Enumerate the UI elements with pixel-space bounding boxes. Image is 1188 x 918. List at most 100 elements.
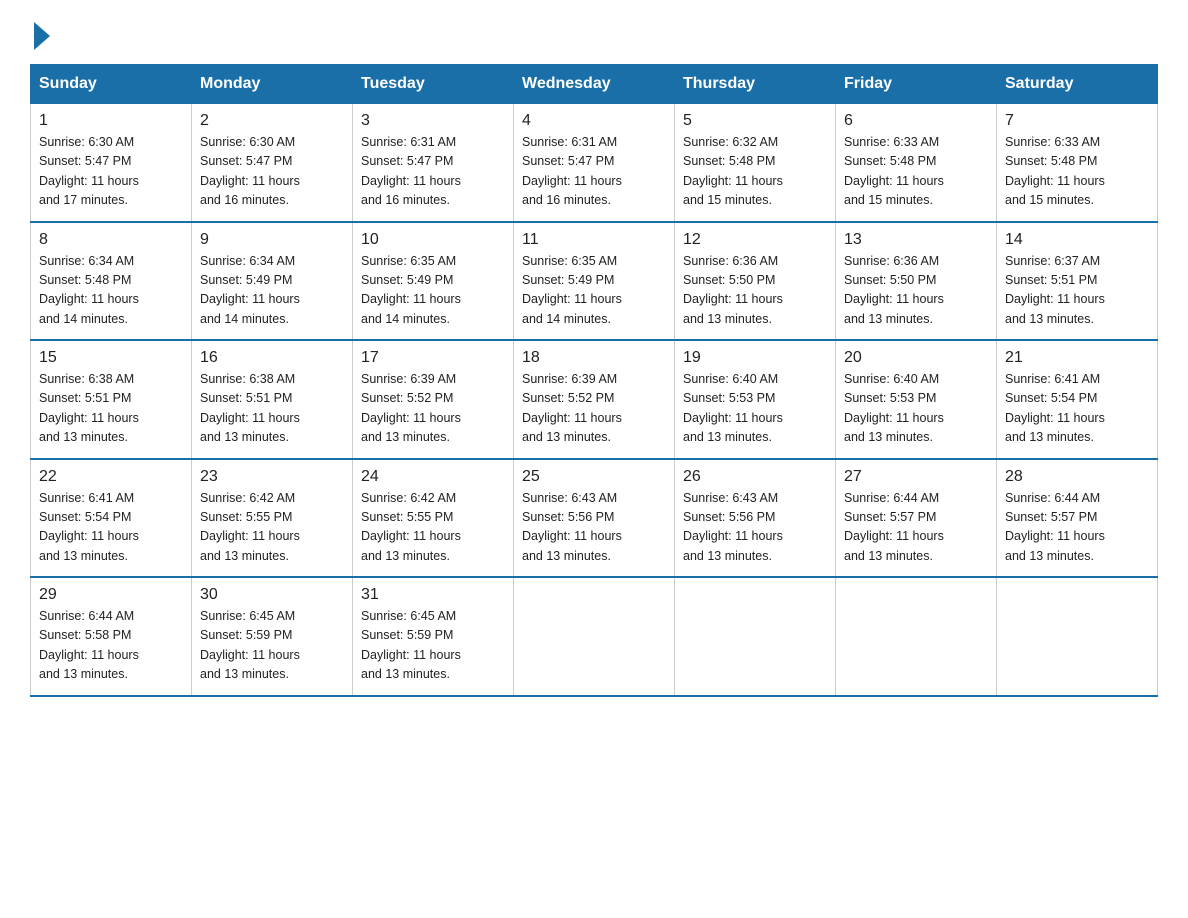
day-info: Sunrise: 6:35 AMSunset: 5:49 PMDaylight:… (522, 252, 666, 330)
calendar-week-row: 29 Sunrise: 6:44 AMSunset: 5:58 PMDaylig… (31, 577, 1158, 696)
calendar-cell: 31 Sunrise: 6:45 AMSunset: 5:59 PMDaylig… (353, 577, 514, 696)
day-info: Sunrise: 6:35 AMSunset: 5:49 PMDaylight:… (361, 252, 505, 330)
day-info: Sunrise: 6:31 AMSunset: 5:47 PMDaylight:… (361, 133, 505, 211)
day-info: Sunrise: 6:39 AMSunset: 5:52 PMDaylight:… (522, 370, 666, 448)
day-info: Sunrise: 6:44 AMSunset: 5:58 PMDaylight:… (39, 607, 183, 685)
day-number: 1 (39, 112, 183, 130)
day-number: 29 (39, 586, 183, 604)
calendar-cell: 13 Sunrise: 6:36 AMSunset: 5:50 PMDaylig… (836, 222, 997, 341)
day-info: Sunrise: 6:36 AMSunset: 5:50 PMDaylight:… (683, 252, 827, 330)
calendar-table: SundayMondayTuesdayWednesdayThursdayFrid… (30, 64, 1158, 697)
calendar-cell: 1 Sunrise: 6:30 AMSunset: 5:47 PMDayligh… (31, 104, 192, 222)
calendar-cell: 4 Sunrise: 6:31 AMSunset: 5:47 PMDayligh… (514, 104, 675, 222)
weekday-header-friday: Friday (836, 65, 997, 104)
day-info: Sunrise: 6:34 AMSunset: 5:49 PMDaylight:… (200, 252, 344, 330)
day-number: 7 (1005, 112, 1149, 130)
calendar-cell: 18 Sunrise: 6:39 AMSunset: 5:52 PMDaylig… (514, 340, 675, 459)
day-number: 23 (200, 468, 344, 486)
day-number: 9 (200, 231, 344, 249)
day-number: 15 (39, 349, 183, 367)
day-number: 8 (39, 231, 183, 249)
weekday-header-wednesday: Wednesday (514, 65, 675, 104)
calendar-cell: 16 Sunrise: 6:38 AMSunset: 5:51 PMDaylig… (192, 340, 353, 459)
day-info: Sunrise: 6:39 AMSunset: 5:52 PMDaylight:… (361, 370, 505, 448)
day-info: Sunrise: 6:45 AMSunset: 5:59 PMDaylight:… (200, 607, 344, 685)
day-info: Sunrise: 6:44 AMSunset: 5:57 PMDaylight:… (844, 489, 988, 567)
calendar-cell: 22 Sunrise: 6:41 AMSunset: 5:54 PMDaylig… (31, 459, 192, 578)
day-number: 22 (39, 468, 183, 486)
calendar-body: 1 Sunrise: 6:30 AMSunset: 5:47 PMDayligh… (31, 104, 1158, 696)
day-number: 26 (683, 468, 827, 486)
calendar-cell: 20 Sunrise: 6:40 AMSunset: 5:53 PMDaylig… (836, 340, 997, 459)
calendar-week-row: 22 Sunrise: 6:41 AMSunset: 5:54 PMDaylig… (31, 459, 1158, 578)
day-number: 19 (683, 349, 827, 367)
day-info: Sunrise: 6:40 AMSunset: 5:53 PMDaylight:… (683, 370, 827, 448)
day-number: 17 (361, 349, 505, 367)
day-number: 4 (522, 112, 666, 130)
calendar-cell: 8 Sunrise: 6:34 AMSunset: 5:48 PMDayligh… (31, 222, 192, 341)
day-info: Sunrise: 6:43 AMSunset: 5:56 PMDaylight:… (522, 489, 666, 567)
calendar-cell: 28 Sunrise: 6:44 AMSunset: 5:57 PMDaylig… (997, 459, 1158, 578)
calendar-cell (836, 577, 997, 696)
day-info: Sunrise: 6:41 AMSunset: 5:54 PMDaylight:… (39, 489, 183, 567)
calendar-cell: 27 Sunrise: 6:44 AMSunset: 5:57 PMDaylig… (836, 459, 997, 578)
calendar-cell: 11 Sunrise: 6:35 AMSunset: 5:49 PMDaylig… (514, 222, 675, 341)
day-number: 21 (1005, 349, 1149, 367)
day-number: 28 (1005, 468, 1149, 486)
calendar-cell (997, 577, 1158, 696)
day-number: 14 (1005, 231, 1149, 249)
day-number: 2 (200, 112, 344, 130)
calendar-week-row: 1 Sunrise: 6:30 AMSunset: 5:47 PMDayligh… (31, 104, 1158, 222)
day-number: 10 (361, 231, 505, 249)
calendar-cell: 25 Sunrise: 6:43 AMSunset: 5:56 PMDaylig… (514, 459, 675, 578)
weekday-header-monday: Monday (192, 65, 353, 104)
calendar-cell: 24 Sunrise: 6:42 AMSunset: 5:55 PMDaylig… (353, 459, 514, 578)
calendar-week-row: 15 Sunrise: 6:38 AMSunset: 5:51 PMDaylig… (31, 340, 1158, 459)
calendar-cell: 19 Sunrise: 6:40 AMSunset: 5:53 PMDaylig… (675, 340, 836, 459)
day-number: 27 (844, 468, 988, 486)
day-number: 31 (361, 586, 505, 604)
day-number: 30 (200, 586, 344, 604)
weekday-header-saturday: Saturday (997, 65, 1158, 104)
day-info: Sunrise: 6:37 AMSunset: 5:51 PMDaylight:… (1005, 252, 1149, 330)
day-info: Sunrise: 6:33 AMSunset: 5:48 PMDaylight:… (844, 133, 988, 211)
calendar-cell: 7 Sunrise: 6:33 AMSunset: 5:48 PMDayligh… (997, 104, 1158, 222)
calendar-cell (514, 577, 675, 696)
calendar-cell: 29 Sunrise: 6:44 AMSunset: 5:58 PMDaylig… (31, 577, 192, 696)
calendar-cell: 10 Sunrise: 6:35 AMSunset: 5:49 PMDaylig… (353, 222, 514, 341)
calendar-cell: 30 Sunrise: 6:45 AMSunset: 5:59 PMDaylig… (192, 577, 353, 696)
logo (30, 20, 50, 46)
day-number: 16 (200, 349, 344, 367)
day-number: 12 (683, 231, 827, 249)
day-info: Sunrise: 6:43 AMSunset: 5:56 PMDaylight:… (683, 489, 827, 567)
calendar-cell: 5 Sunrise: 6:32 AMSunset: 5:48 PMDayligh… (675, 104, 836, 222)
weekday-header-sunday: Sunday (31, 65, 192, 104)
calendar-cell: 15 Sunrise: 6:38 AMSunset: 5:51 PMDaylig… (31, 340, 192, 459)
calendar-cell: 17 Sunrise: 6:39 AMSunset: 5:52 PMDaylig… (353, 340, 514, 459)
calendar-cell: 9 Sunrise: 6:34 AMSunset: 5:49 PMDayligh… (192, 222, 353, 341)
calendar-cell: 26 Sunrise: 6:43 AMSunset: 5:56 PMDaylig… (675, 459, 836, 578)
day-info: Sunrise: 6:40 AMSunset: 5:53 PMDaylight:… (844, 370, 988, 448)
calendar-cell: 12 Sunrise: 6:36 AMSunset: 5:50 PMDaylig… (675, 222, 836, 341)
calendar-cell: 2 Sunrise: 6:30 AMSunset: 5:47 PMDayligh… (192, 104, 353, 222)
day-info: Sunrise: 6:33 AMSunset: 5:48 PMDaylight:… (1005, 133, 1149, 211)
logo-arrow-icon (34, 22, 50, 50)
day-info: Sunrise: 6:41 AMSunset: 5:54 PMDaylight:… (1005, 370, 1149, 448)
day-number: 6 (844, 112, 988, 130)
day-number: 11 (522, 231, 666, 249)
weekday-header-tuesday: Tuesday (353, 65, 514, 104)
calendar-week-row: 8 Sunrise: 6:34 AMSunset: 5:48 PMDayligh… (31, 222, 1158, 341)
day-number: 3 (361, 112, 505, 130)
day-info: Sunrise: 6:30 AMSunset: 5:47 PMDaylight:… (200, 133, 344, 211)
day-number: 24 (361, 468, 505, 486)
day-info: Sunrise: 6:34 AMSunset: 5:48 PMDaylight:… (39, 252, 183, 330)
day-info: Sunrise: 6:38 AMSunset: 5:51 PMDaylight:… (200, 370, 344, 448)
day-info: Sunrise: 6:36 AMSunset: 5:50 PMDaylight:… (844, 252, 988, 330)
calendar-header: SundayMondayTuesdayWednesdayThursdayFrid… (31, 65, 1158, 104)
day-info: Sunrise: 6:31 AMSunset: 5:47 PMDaylight:… (522, 133, 666, 211)
weekday-header-thursday: Thursday (675, 65, 836, 104)
day-number: 20 (844, 349, 988, 367)
page-header (30, 20, 1158, 46)
day-info: Sunrise: 6:42 AMSunset: 5:55 PMDaylight:… (361, 489, 505, 567)
day-info: Sunrise: 6:30 AMSunset: 5:47 PMDaylight:… (39, 133, 183, 211)
